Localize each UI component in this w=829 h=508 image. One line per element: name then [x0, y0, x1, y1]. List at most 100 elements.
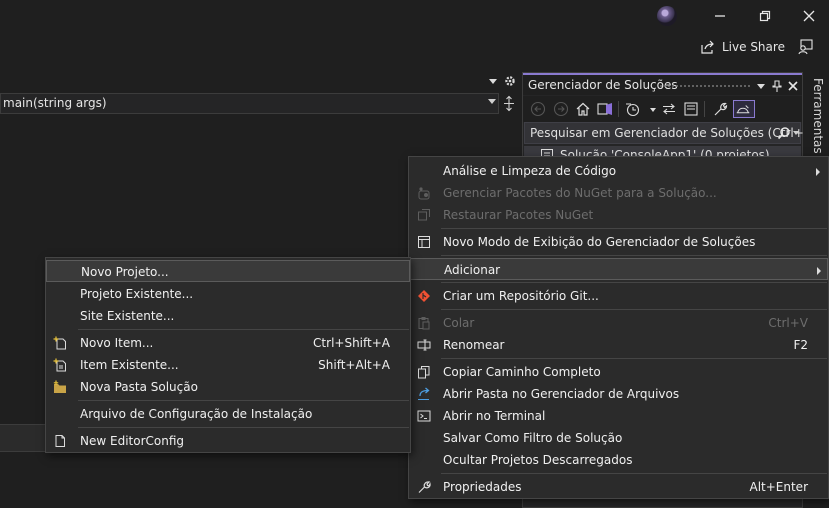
member-navigation-dropdown[interactable]: main(string args) [0, 93, 499, 114]
chevron-down-icon[interactable] [793, 131, 799, 135]
collapse-all-button[interactable] [682, 100, 700, 118]
menu-item-salvar-filtro[interactable]: Salvar Como Filtro de Solução [409, 427, 828, 449]
sync-with-document-button[interactable] [660, 100, 678, 118]
menu-item-shortcut: Alt+Enter [749, 480, 808, 494]
menu-item-renomear[interactable]: Renomear F2 [409, 334, 828, 356]
editorconfig-icon [53, 434, 67, 448]
properties-button[interactable] [711, 100, 729, 118]
back-icon [530, 101, 546, 117]
menu-item-analise-limpeza[interactable]: Análise e Limpeza de Código [409, 160, 828, 182]
menu-separator [441, 309, 827, 310]
solution-explorer-toolbar [523, 96, 802, 122]
menu-item-restaurar-nuget[interactable]: Restaurar Pacotes NuGet [409, 204, 828, 226]
forward-button[interactable] [552, 100, 570, 118]
vs-switch-icon [597, 103, 612, 115]
menu-item-label: Novo Projeto... [81, 265, 169, 279]
menu-item-label: Novo Modo de Exibição do Gerenciador de … [443, 235, 756, 249]
menu-item-adicionar[interactable]: Adicionar [409, 258, 828, 280]
drag-grip[interactable] [659, 84, 751, 88]
forward-icon [553, 101, 569, 117]
menu-item-novo-modo-exibicao[interactable]: Novo Modo de Exibição do Gerenciador de … [409, 231, 828, 253]
menu-item-label: Nova Pasta Solução [80, 380, 198, 394]
menu-item-criar-repositorio-git[interactable]: Criar um Repositório Git... [409, 285, 828, 307]
solution-context-menu: Análise e Limpeza de Código Gerenciar Pa… [408, 156, 829, 499]
editor-settings-button[interactable] [503, 74, 517, 88]
terminal-icon [417, 409, 431, 423]
close-icon [803, 10, 815, 22]
member-navigation-value: main(string args) [3, 96, 107, 110]
back-button[interactable] [529, 100, 547, 118]
gear-icon [505, 76, 515, 86]
solution-explorer-title: Gerenciador de Soluções [528, 78, 678, 92]
close-window-button[interactable] [799, 6, 819, 26]
submenu-item-novo-item[interactable]: Novo Item... Ctrl+Shift+A [46, 332, 410, 354]
paste-icon [417, 316, 431, 330]
split-editor-button[interactable] [499, 93, 519, 114]
submenu-item-nova-pasta-solucao[interactable]: Nova Pasta Solução [46, 376, 410, 398]
menu-item-label: Renomear [443, 338, 505, 352]
menu-separator [441, 282, 827, 283]
close-panel-button[interactable] [786, 79, 800, 93]
submenu-item-item-existente[interactable]: Item Existente... Shift+Alt+A [46, 354, 410, 376]
menu-separator [78, 400, 409, 401]
nuget-icon [417, 186, 431, 200]
new-view-icon [417, 235, 431, 249]
pending-changes-filter-button[interactable] [624, 100, 642, 118]
search-icon[interactable] [777, 126, 791, 140]
restore-button[interactable] [755, 6, 775, 26]
submenu-item-site-existente[interactable]: Site Existente... [46, 305, 410, 327]
restore-icon [759, 10, 771, 22]
menu-item-gerenciar-nuget[interactable]: Gerenciar Pacotes do NuGet para a Soluçã… [409, 182, 828, 204]
menu-item-label: Arquivo de Configuração de Instalação [80, 407, 313, 421]
window-position-button[interactable] [754, 79, 768, 93]
menu-item-label: Análise e Limpeza de Código [443, 164, 617, 178]
menu-item-label: Propriedades [443, 480, 522, 494]
menu-item-label: Site Existente... [80, 309, 175, 323]
menu-item-label: Abrir no Terminal [443, 409, 546, 423]
menu-separator [78, 329, 409, 330]
restore-packages-icon [417, 208, 431, 222]
existing-item-icon [53, 358, 67, 372]
add-submenu: Novo Projeto... Projeto Existente... Sit… [45, 257, 411, 453]
feedback-button[interactable] [797, 38, 815, 56]
menu-item-label: Abrir Pasta no Gerenciador de Arquivos [443, 387, 680, 401]
submenu-item-new-editorconfig[interactable]: New EditorConfig [46, 430, 410, 452]
rename-icon [417, 338, 431, 352]
properties-icon [714, 102, 728, 116]
minimize-button[interactable] [710, 6, 730, 26]
live-share-button[interactable]: Live Share [700, 38, 785, 56]
menu-item-label: Copiar Caminho Completo [443, 365, 601, 379]
switch-views-button[interactable] [596, 100, 614, 118]
live-share-icon [701, 40, 714, 54]
submenu-item-projeto-existente[interactable]: Projeto Existente... [46, 283, 410, 305]
chevron-down-icon [489, 79, 497, 84]
menu-item-ocultar-projetos[interactable]: Ocultar Projetos Descarregados [409, 449, 828, 471]
menu-item-abrir-terminal[interactable]: Abrir no Terminal [409, 405, 828, 427]
menu-item-label: Ocultar Projetos Descarregados [443, 453, 633, 467]
live-share-label: Live Share [722, 40, 785, 54]
home-button[interactable] [574, 100, 592, 118]
menu-item-propriedades[interactable]: Propriedades Alt+Enter [409, 476, 828, 498]
submenu-item-arquivo-configuracao[interactable]: Arquivo de Configuração de Instalação [46, 403, 410, 425]
preview-selected-items-button[interactable] [733, 100, 755, 118]
menu-item-shortcut: F2 [793, 338, 808, 352]
menu-item-label: Adicionar [444, 263, 501, 277]
menu-separator [441, 228, 827, 229]
chevron-down-icon [488, 99, 496, 104]
menu-item-abrir-pasta[interactable]: Abrir Pasta no Gerenciador de Arquivos [409, 383, 828, 405]
home-icon [576, 102, 590, 116]
pending-changes-dropdown[interactable] [644, 100, 656, 118]
toolbar-separator [704, 101, 705, 117]
menu-item-colar[interactable]: Colar Ctrl+V [409, 312, 828, 334]
menu-item-label: Gerenciar Pacotes do NuGet para a Soluçã… [443, 186, 717, 200]
menu-item-shortcut: Shift+Alt+A [318, 358, 390, 372]
solution-explorer-search-input[interactable]: Pesquisar em Gerenciador de Soluções (Ct… [524, 122, 804, 144]
menu-separator [441, 473, 827, 474]
user-avatar[interactable] [657, 6, 677, 26]
wrench-icon [417, 480, 431, 494]
editor-dropdown-button[interactable] [486, 74, 500, 88]
submenu-arrow-icon [816, 168, 820, 176]
submenu-item-novo-projeto[interactable]: Novo Projeto... [46, 260, 410, 282]
menu-item-copiar-caminho[interactable]: Copiar Caminho Completo [409, 361, 828, 383]
pin-button[interactable] [770, 79, 784, 93]
